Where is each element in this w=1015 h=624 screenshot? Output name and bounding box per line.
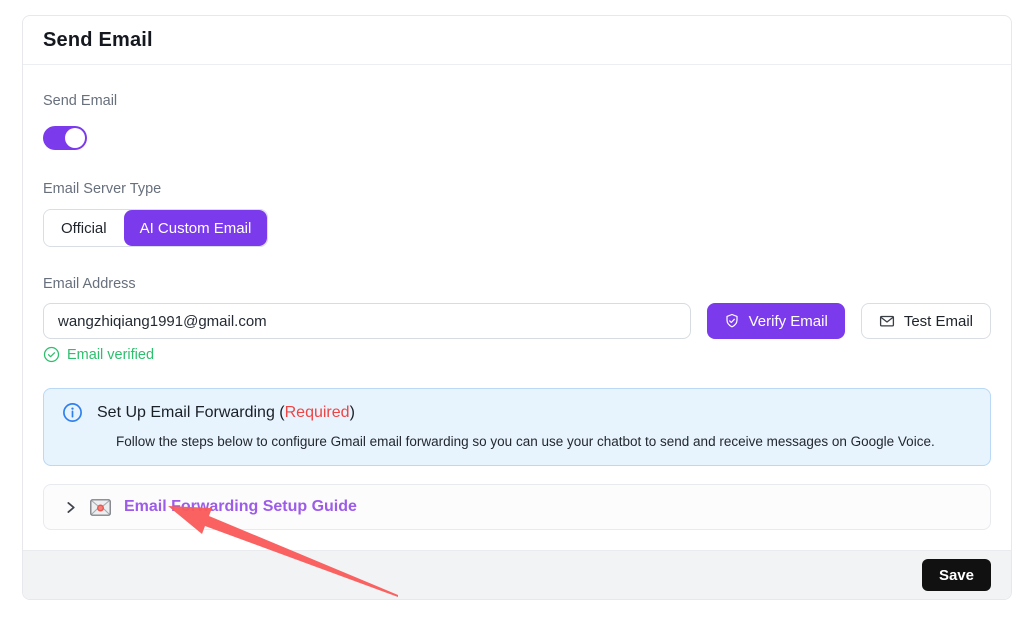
test-email-label: Test Email bbox=[904, 313, 973, 330]
send-email-toggle[interactable] bbox=[43, 126, 87, 150]
email-address-row: Verify Email Test Email bbox=[43, 303, 991, 339]
server-type-ai-custom-button[interactable]: AI Custom Email bbox=[124, 210, 268, 246]
verify-email-button[interactable]: Verify Email bbox=[707, 303, 845, 339]
email-verified-status: Email verified bbox=[43, 346, 991, 363]
send-email-label: Send Email bbox=[43, 91, 991, 111]
email-verified-text: Email verified bbox=[67, 347, 154, 363]
card-footer: Save bbox=[23, 550, 1011, 599]
alert-title: Set Up Email Forwarding (Required) bbox=[97, 404, 355, 422]
test-email-button[interactable]: Test Email bbox=[861, 303, 991, 339]
page-title: Send Email bbox=[43, 29, 991, 52]
info-circle-icon bbox=[62, 402, 83, 423]
card-body: Send Email Email Server Type Official AI… bbox=[23, 65, 1011, 550]
card-header: Send Email bbox=[23, 16, 1011, 65]
email-forwarding-alert: Set Up Email Forwarding (Required) Follo… bbox=[43, 388, 991, 466]
guide-link-label[interactable]: Email Forwarding Setup Guide bbox=[124, 498, 357, 516]
toggle-knob bbox=[65, 128, 85, 148]
alert-header: Set Up Email Forwarding (Required) bbox=[62, 402, 972, 423]
alert-description: Follow the steps below to configure Gmai… bbox=[116, 433, 972, 450]
email-server-type-switch: Official AI Custom Email bbox=[43, 209, 268, 247]
send-email-card: Send Email Send Email Email Server Type … bbox=[22, 15, 1012, 600]
shield-check-icon bbox=[724, 313, 740, 329]
email-address-label: Email Address bbox=[43, 274, 991, 294]
email-envelope-icon bbox=[90, 499, 111, 516]
chevron-right-icon[interactable] bbox=[64, 501, 77, 514]
email-address-input[interactable] bbox=[43, 303, 691, 339]
server-type-official-button[interactable]: Official bbox=[44, 210, 124, 246]
required-badge: Required bbox=[285, 404, 350, 421]
email-server-type-label: Email Server Type bbox=[43, 179, 991, 199]
verify-email-label: Verify Email bbox=[749, 313, 828, 330]
check-circle-icon bbox=[43, 346, 60, 363]
save-button[interactable]: Save bbox=[922, 559, 991, 591]
email-forwarding-guide-toggle[interactable]: Email Forwarding Setup Guide bbox=[43, 484, 991, 530]
envelope-icon bbox=[879, 313, 895, 329]
